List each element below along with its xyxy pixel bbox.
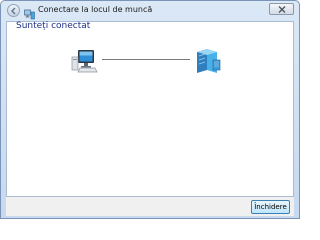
network-app-icon — [24, 5, 35, 20]
close-dialog-button[interactable]: Închidere — [251, 200, 290, 214]
content-area — [6, 21, 294, 197]
server-icon — [191, 46, 223, 78]
back-button[interactable] — [7, 4, 20, 17]
back-arrow-icon — [11, 7, 16, 15]
title-bar: Conectare la locul de muncă — [1, 1, 299, 21]
window-title: Conectare la locul de muncă — [38, 5, 153, 14]
connection-line — [102, 59, 190, 60]
close-icon — [278, 6, 286, 13]
window-close-button[interactable] — [269, 3, 294, 15]
computer-icon — [71, 48, 99, 78]
dialog-window: Conectare la locul de muncă Sunteți cone… — [0, 0, 300, 219]
connection-status-heading: Sunteți conectat — [16, 21, 91, 31]
footer-bar: Închidere — [6, 197, 294, 216]
